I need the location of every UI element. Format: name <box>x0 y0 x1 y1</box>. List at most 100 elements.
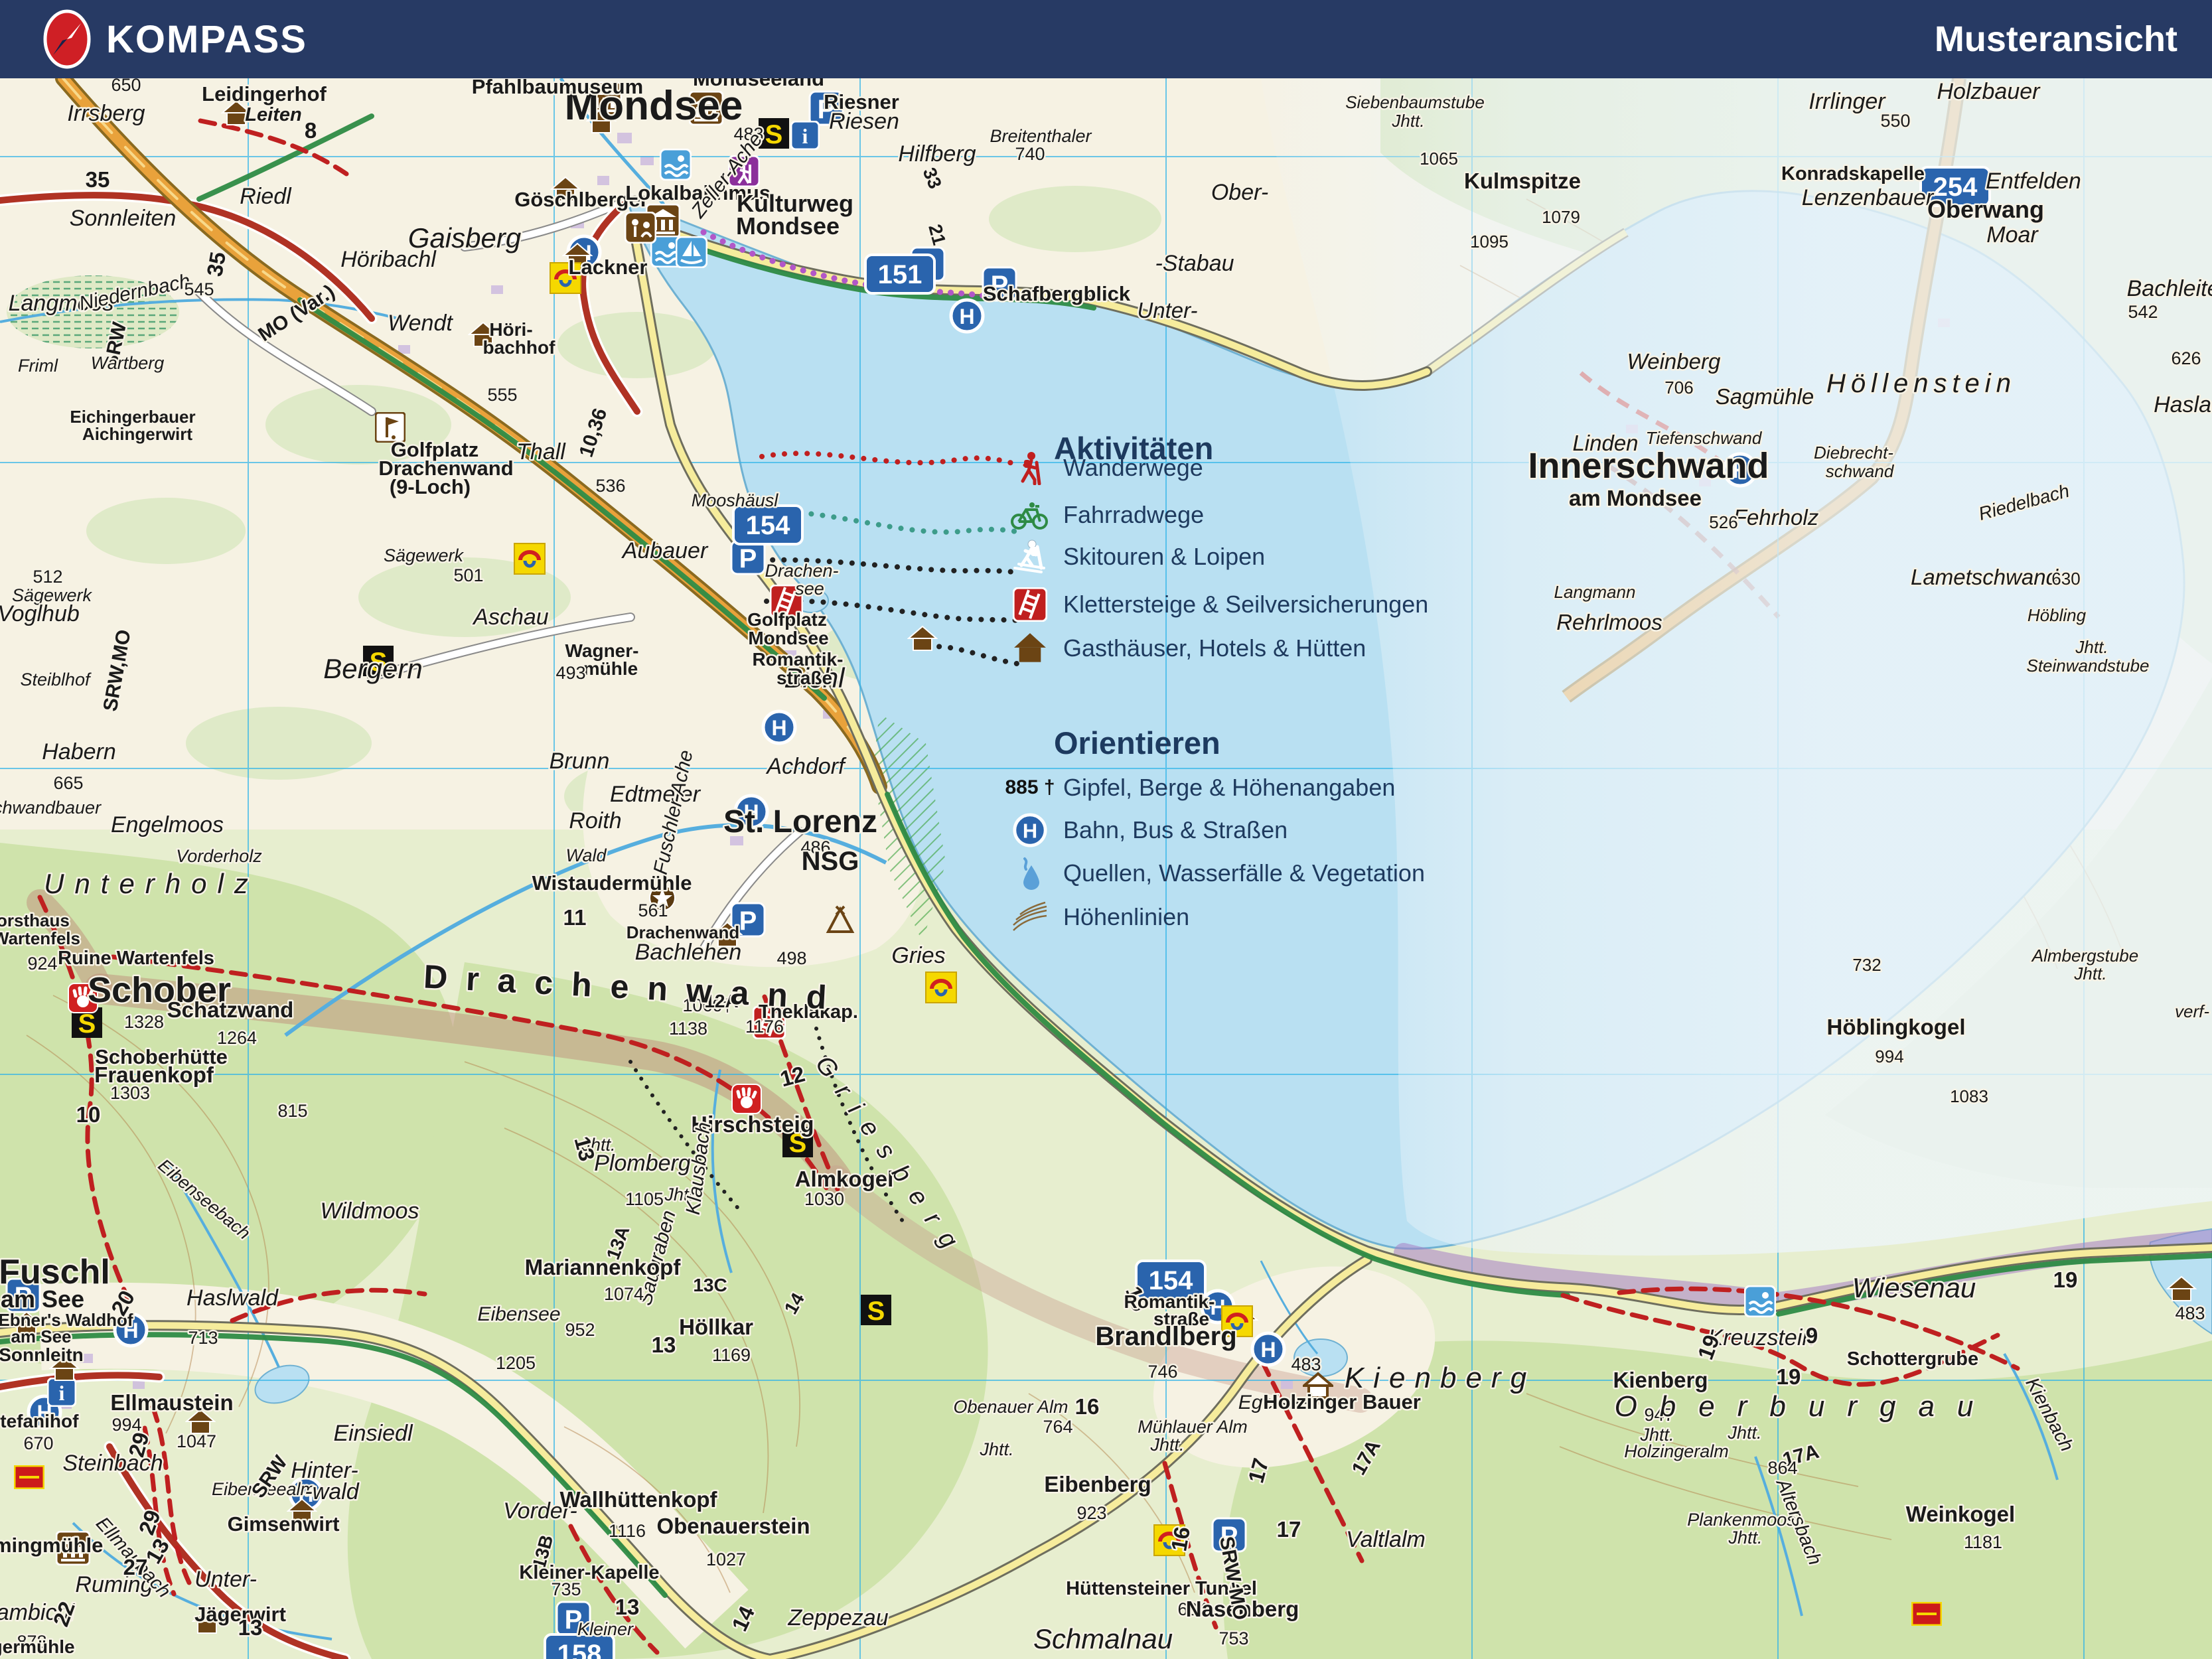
map-label: Holzbauer <box>1937 79 2041 104</box>
page-title: Musteransicht <box>1935 19 2177 60</box>
svg-text:H: H <box>1023 820 1037 843</box>
kompass-compass-icon <box>42 9 92 70</box>
map-label: Sonnleiten <box>70 206 177 231</box>
map-label: (9-Loch) <box>390 475 471 498</box>
map-label: Steinwandstube <box>2026 656 2149 676</box>
map-label: -Stabau <box>1155 251 1234 276</box>
map-label: Bachleiten <box>2127 276 2212 301</box>
map-label: 8 <box>305 118 317 143</box>
map-label: St. Lorenz <box>723 804 877 839</box>
map-label: Diebrecht- <box>1814 443 1893 463</box>
map-label: 1176 <box>745 1017 784 1037</box>
map-label: 1181 <box>1964 1532 2002 1552</box>
map-label: Unterholz <box>44 868 259 899</box>
map-label: Entfelden <box>1986 169 2081 194</box>
map-label: Gries <box>891 943 945 968</box>
board-icon <box>1912 1603 1941 1625</box>
map-label: 1205 <box>496 1353 536 1373</box>
map-label: Gaisberg <box>408 222 521 253</box>
legend-item-label: Skitouren & Loipen <box>1063 543 1265 571</box>
map-label: Höbling <box>2028 605 2087 625</box>
map-label: 924 <box>27 954 57 974</box>
map-label: Vorderholz <box>176 846 262 866</box>
kompass-logo: KOMPASS <box>42 9 307 70</box>
ski-icon <box>1009 538 1051 576</box>
map-label: Kleiner <box>577 1619 634 1639</box>
bus-stop-icon: H <box>1009 811 1051 849</box>
map-label: 550 <box>1880 111 1910 131</box>
legend-item-fahrradwege: Fahrradwege <box>1009 496 1204 534</box>
map-label: Bergern <box>323 653 422 684</box>
map-label: Aubauer <box>621 538 709 563</box>
climbing-icon <box>1009 585 1051 624</box>
legend-item-bahn: H Bahn, Bus & Straßen <box>1009 811 1288 849</box>
map-label: Riedl <box>240 184 292 209</box>
map-label: am See <box>1 1285 84 1313</box>
map-label: 732 <box>1852 955 1881 975</box>
map-label: 1303 <box>110 1083 150 1103</box>
info-icon <box>48 1378 76 1406</box>
map-label: 994 <box>1875 1046 1903 1066</box>
map-label: Bachlehen <box>635 940 742 965</box>
map-label: Schafbergblick <box>983 282 1131 305</box>
park-icon <box>731 541 765 574</box>
map-label: Almbergstube <box>2031 946 2138 966</box>
map-label: 864 <box>1767 1458 1797 1478</box>
map-label: Roith <box>569 808 621 833</box>
map-label: Pfahlbaumuseum <box>472 75 643 98</box>
map-label: Jhtt. <box>1728 1528 1762 1548</box>
map-label: 1083 <box>1950 1086 1988 1106</box>
playgrnd-icon <box>625 212 656 243</box>
map-label: verf- <box>2175 1001 2209 1021</box>
map-label: Jhtt. <box>1727 1423 1761 1443</box>
board-icon <box>15 1466 44 1488</box>
map-label: 1027 <box>706 1550 746 1569</box>
svg-text:154: 154 <box>746 511 790 540</box>
map-label: Obenauer Alm <box>953 1397 1068 1417</box>
map-label: 19 <box>1777 1364 1801 1389</box>
sbahn-icon <box>861 1295 891 1326</box>
map-label: 498 <box>776 948 806 968</box>
map-label: Forsthaus <box>0 910 70 930</box>
map-label: Eibenberg <box>1044 1472 1151 1496</box>
map-label: Eibensee <box>477 1303 560 1325</box>
map-label: am See <box>11 1327 71 1346</box>
map-label: 536 <box>595 476 625 496</box>
map-label: Kienberg <box>1345 1362 1536 1394</box>
map-label: 11 <box>563 905 587 930</box>
map-label: 1328 <box>124 1012 164 1032</box>
map-label: Siebenbaumstube <box>1345 92 1485 112</box>
map-label: Fehrholz <box>1733 505 1819 530</box>
map-label: 501 <box>453 565 483 585</box>
map-label: Jhtt. <box>979 1439 1013 1459</box>
kompass-map-sample-page: { "header": { "brand": "KOMPASS", "title… <box>0 0 2212 1659</box>
hiker-icon <box>1009 449 1051 487</box>
map-label: 512 <box>33 567 62 587</box>
map-label: Ellmaustein <box>110 1390 233 1415</box>
sail-icon <box>676 237 707 267</box>
map-label: Plankenmoos <box>1687 1510 1796 1530</box>
map-label: Steinbach <box>62 1451 163 1476</box>
map-label: Wildmoos <box>321 1198 419 1224</box>
legend-item-label: Gasthäuser, Hotels & Hütten <box>1063 634 1366 662</box>
map-label: Mariannenkopf <box>525 1255 682 1279</box>
map-label: 9 <box>1806 1323 1818 1348</box>
map-label: Thall <box>516 439 566 465</box>
map-label: 35 <box>202 250 230 279</box>
map-label: Konradskapelle <box>1781 163 1925 184</box>
map-label: Irrsberg <box>67 101 145 126</box>
map-label: Kleiner-Kapelle <box>519 1562 659 1583</box>
map-label: Gimsenwirt <box>228 1512 340 1536</box>
map-label: 713 <box>188 1328 218 1348</box>
legend-item-label: Gipfel, Berge & Höhenangaben <box>1063 774 1395 802</box>
map-label: Schottergrube <box>1847 1348 1978 1370</box>
halt-icon <box>763 711 795 743</box>
hand-icon <box>732 1084 761 1114</box>
map-label: Oberwang <box>1927 196 2044 223</box>
map-label: Riesen <box>829 109 899 134</box>
map-label: 815 <box>277 1101 307 1121</box>
map-label: 626 <box>2171 348 2201 368</box>
map-label: Ruine Wartenfels <box>58 948 214 969</box>
legend-item-wanderwege: Wanderwege <box>1009 449 1203 487</box>
map-label: Mooshäusl <box>692 490 779 510</box>
